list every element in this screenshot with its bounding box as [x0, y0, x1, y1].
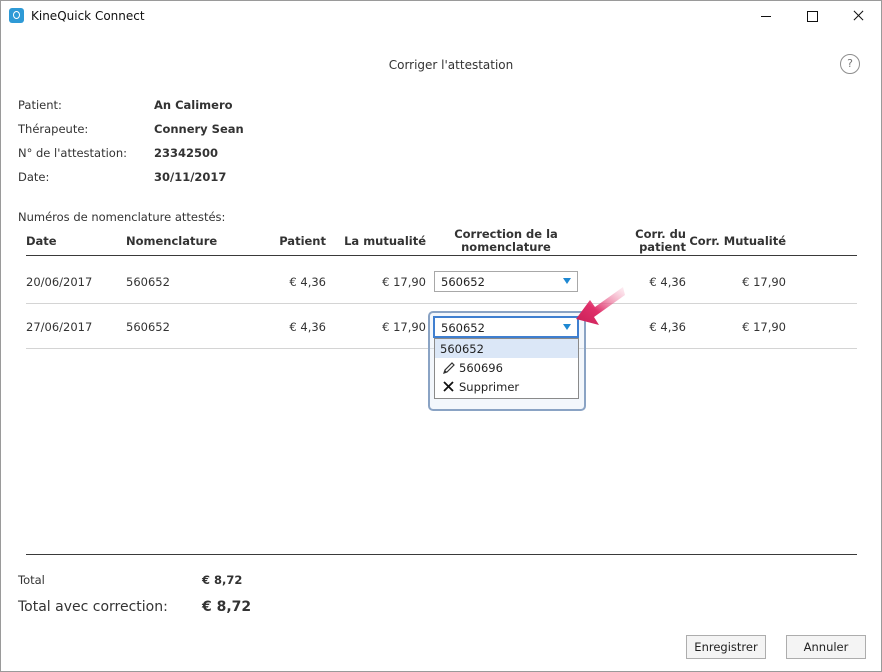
table-header-divider — [26, 255, 857, 256]
col-header-correction: Correction de la nomenclature — [441, 228, 571, 254]
app-window: KineQuick Connect Corriger l'attestation… — [0, 0, 882, 672]
row-corr-mutualite: € 17,90 — [742, 275, 786, 289]
row-date: 27/06/2017 — [26, 320, 93, 334]
maximize-button[interactable] — [789, 1, 835, 31]
attestation-number-value: 23342500 — [154, 146, 219, 160]
correction-select-open[interactable]: 560652 — [433, 316, 579, 338]
col-header-corr-mutualite: Corr. Mutualité — [689, 234, 786, 248]
total-corrected-value: € 8,72 — [202, 599, 252, 615]
therapist-label: Thérapeute: — [18, 122, 89, 136]
correction-select[interactable]: 560652 — [434, 271, 578, 292]
col-header-date: Date — [26, 234, 57, 248]
correction-select-value: 560652 — [441, 321, 485, 335]
total-corrected-label: Total avec correction: — [18, 599, 168, 615]
col-header-nomenclature: Nomenclature — [126, 234, 218, 248]
row-nomenclature: 560652 — [126, 320, 170, 334]
col-header-patient: Patient — [279, 234, 326, 248]
patient-value: An Calimero — [154, 98, 233, 112]
row-corr-mutualite: € 17,90 — [742, 320, 786, 334]
row-mutualite: € 17,90 — [382, 320, 426, 334]
close-icon — [443, 381, 454, 392]
dropdown-arrow-icon[interactable] — [563, 278, 571, 284]
dialog-title: Corriger l'attestation — [388, 58, 514, 72]
col-header-corr-patient-line2: patient — [639, 240, 686, 254]
dropdown-option[interactable]: Supprimer — [435, 377, 578, 396]
title-bar: KineQuick Connect — [1, 1, 881, 31]
therapist-value: Connery Sean — [154, 122, 244, 136]
col-header-mutualite: La mutualité — [344, 234, 426, 248]
row-divider — [26, 303, 857, 304]
close-window-button[interactable] — [835, 1, 881, 31]
minimize-button[interactable] — [743, 1, 789, 31]
dropdown-option-label: 560696 — [459, 361, 503, 375]
dropdown-option[interactable]: 560696 — [435, 358, 578, 377]
app-logo-icon — [9, 8, 24, 23]
total-value: € 8,72 — [202, 573, 243, 587]
patient-label: Patient: — [18, 98, 62, 112]
row-patient: € 4,36 — [289, 275, 326, 289]
window-title: KineQuick Connect — [31, 9, 145, 23]
correction-select-value: 560652 — [441, 275, 485, 289]
row-mutualite: € 17,90 — [382, 275, 426, 289]
save-button[interactable]: Enregistrer — [686, 635, 766, 659]
date-value: 30/11/2017 — [154, 170, 227, 184]
section-title: Numéros de nomenclature attestés: — [18, 210, 226, 224]
cancel-button[interactable]: Annuler — [786, 635, 866, 659]
dropdown-option-label: Supprimer — [459, 380, 520, 394]
totals-divider — [26, 554, 857, 555]
dropdown-option-label: 560652 — [440, 342, 484, 356]
col-header-correction-line2: nomenclature — [461, 240, 551, 254]
pencil-icon — [443, 362, 455, 374]
total-label: Total — [18, 573, 45, 587]
dropdown-option[interactable]: 560652 — [435, 339, 578, 358]
date-label: Date: — [18, 170, 50, 184]
row-patient: € 4,36 — [289, 320, 326, 334]
dropdown-arrow-icon[interactable] — [563, 324, 571, 330]
annotation-arrow-icon — [576, 287, 625, 325]
col-header-corr-patient: Corr. du patient — [601, 228, 686, 254]
dropdown-list: 560652 560696 Supprimer — [434, 338, 579, 399]
row-date: 20/06/2017 — [26, 275, 93, 289]
attestation-number-label: N° de l'attestation: — [18, 146, 127, 160]
row-nomenclature: 560652 — [126, 275, 170, 289]
help-icon[interactable]: ? — [840, 54, 860, 74]
